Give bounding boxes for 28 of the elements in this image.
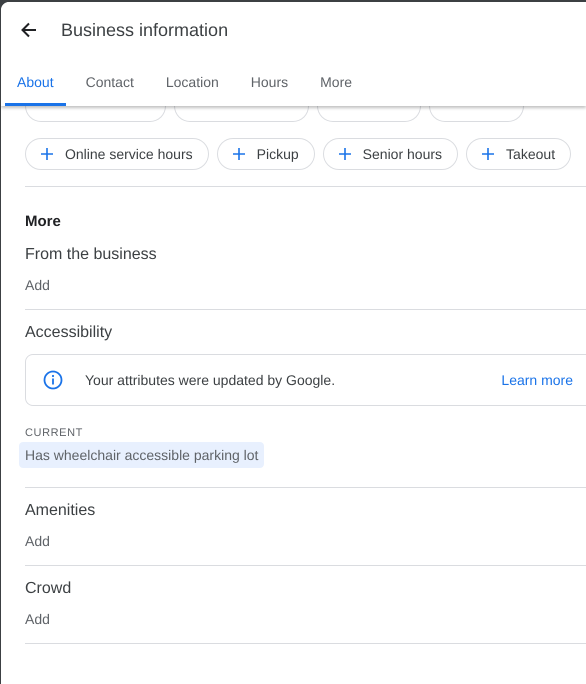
- section-title: From the business: [25, 246, 158, 264]
- add-link[interactable]: Add: [25, 533, 50, 549]
- add-chip[interactable]: Pickup: [216, 138, 315, 170]
- tab[interactable]: Contact: [74, 62, 146, 106]
- tab[interactable]: About: [5, 62, 66, 106]
- section-heading: More: [25, 213, 62, 230]
- learn-more-link[interactable]: Learn more: [501, 372, 573, 388]
- tab[interactable]: Hours: [238, 62, 300, 106]
- add-chip[interactable]: Senior hours: [322, 138, 458, 170]
- dialog-title: Business information: [61, 20, 228, 40]
- add-chip[interactable]: Takeout: [466, 138, 572, 170]
- add-link[interactable]: Add: [25, 611, 50, 627]
- add-link[interactable]: Add: [25, 277, 50, 293]
- add-chip[interactable]: Online service hours: [25, 138, 209, 170]
- plus-icon: [482, 148, 494, 160]
- attribute-tag: Has wheelchair accessible parking lot: [19, 442, 264, 468]
- info-icon: [43, 370, 63, 390]
- current-label: CURRENT: [25, 427, 84, 439]
- plus-icon: [338, 148, 351, 160]
- notice-text: Your attributes were updated by Google.: [85, 372, 336, 388]
- section-title: Crowd: [25, 580, 72, 598]
- plus-icon: [232, 148, 245, 160]
- plus-icon: [41, 148, 53, 160]
- section-title: Amenities: [25, 502, 96, 520]
- section-title: Accessibility: [25, 324, 114, 342]
- back-arrow-icon: [21, 22, 37, 38]
- tab[interactable]: Location: [154, 62, 231, 106]
- tab[interactable]: More: [308, 62, 364, 106]
